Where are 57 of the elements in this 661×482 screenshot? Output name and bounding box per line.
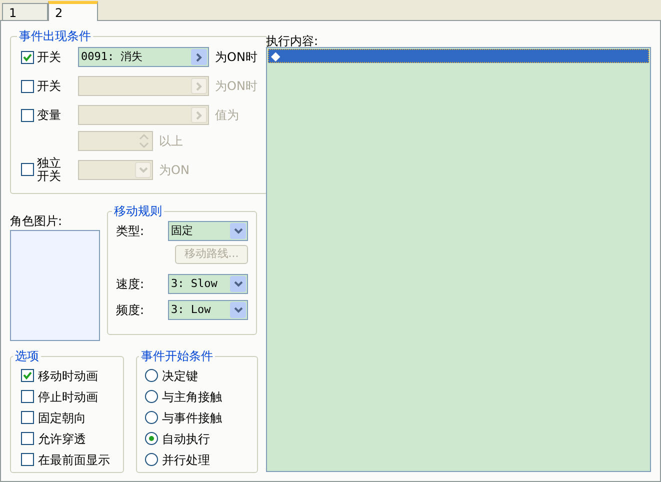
checkbox[interactable] <box>21 108 34 122</box>
commands-label: 执行内容: <box>266 33 320 47</box>
group-title: 事件出现条件 <box>18 28 92 45</box>
trigger-label: 并行处理 <box>162 452 210 468</box>
condition-suffix: 以上 <box>159 133 183 150</box>
radio-button[interactable] <box>145 411 158 424</box>
type-dropdown[interactable]: 固定 <box>168 221 248 241</box>
trigger-label: 自动执行 <box>162 430 210 448</box>
graphic-preview[interactable] <box>10 230 100 341</box>
condition-label: 开关 <box>37 78 61 95</box>
command-row[interactable]: ◆ <box>268 49 649 63</box>
radio-button[interactable] <box>145 432 158 445</box>
radio-button[interactable] <box>145 369 158 382</box>
graphic-label: 角色图片: <box>10 213 64 230</box>
condition-field[interactable] <box>78 76 209 96</box>
field-label: 速度: <box>116 276 144 293</box>
command-list[interactable]: ◆ <box>266 47 651 472</box>
condition-field[interactable]: 0091: 消失 <box>78 47 209 67</box>
condition-suffix: 为ON <box>159 162 190 179</box>
condition-label: 变量 <box>37 107 61 124</box>
condition-suffix: 为ON时 <box>215 78 258 95</box>
chevron-right-icon <box>191 78 207 94</box>
trigger-label: 与主角接触 <box>162 388 222 406</box>
field-label: 类型: <box>116 223 144 240</box>
condition-field[interactable] <box>78 105 209 125</box>
option-label: 移动时动画 <box>38 368 98 384</box>
radio-button[interactable] <box>145 453 158 466</box>
group-title: 选项 <box>14 348 40 365</box>
checkbox[interactable] <box>21 50 34 64</box>
radio-button[interactable] <box>145 390 158 403</box>
option-label: 允许穿透 <box>38 430 86 448</box>
frequency-dropdown[interactable]: 3: Low <box>168 300 248 320</box>
option-label: 停止时动画 <box>38 388 98 406</box>
condition-field[interactable] <box>78 160 153 180</box>
condition-label: 独立开关 <box>37 157 61 182</box>
tab[interactable]: 1 <box>2 3 48 20</box>
tab[interactable]: 2 <box>48 1 98 21</box>
chevron-right-icon <box>191 49 207 65</box>
checkbox[interactable] <box>21 80 34 92</box>
group-title: 移动规则 <box>113 203 163 220</box>
condition-suffix: 值为 <box>215 107 239 124</box>
checkbox[interactable] <box>21 369 34 382</box>
checkbox[interactable] <box>21 453 34 466</box>
speed-dropdown[interactable]: 3: Slow <box>168 274 248 294</box>
condition-suffix: 为ON时 <box>215 49 258 66</box>
option-label: 在最前面显示 <box>38 452 110 468</box>
checkbox[interactable] <box>21 432 34 445</box>
checkbox[interactable] <box>21 163 34 176</box>
field-label: 频度: <box>116 302 144 319</box>
trigger-label: 与事件接触 <box>162 410 222 426</box>
option-label: 固定朝向 <box>38 410 86 426</box>
chevron-right-icon <box>191 107 207 123</box>
checkbox[interactable] <box>21 411 34 424</box>
checkbox[interactable] <box>21 390 34 403</box>
trigger-label: 决定键 <box>162 368 198 384</box>
group-title: 事件开始条件 <box>140 348 214 365</box>
condition-label: 开关 <box>37 49 61 66</box>
